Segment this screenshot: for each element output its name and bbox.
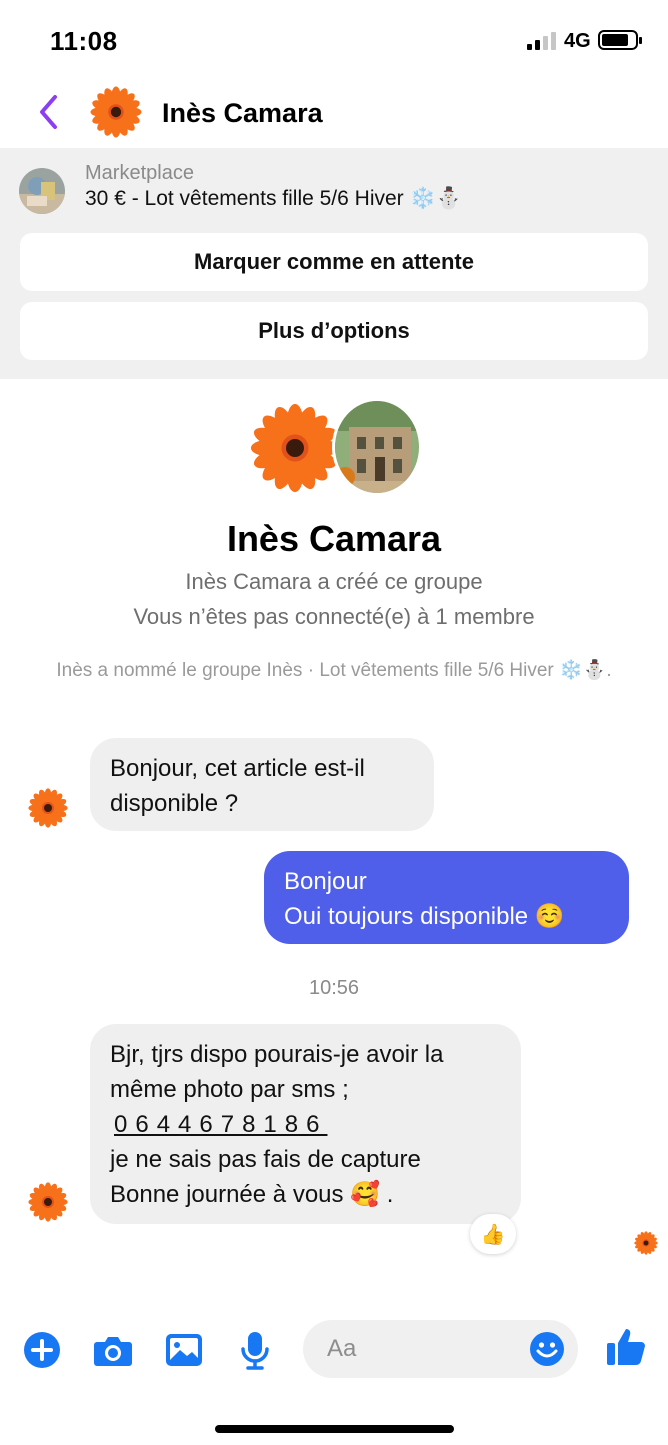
message-composer: [0, 1310, 668, 1390]
group-connection-status: Vous n’êtes pas connecté(e) à 1 membre: [133, 604, 535, 629]
contact-name[interactable]: Inès Camara: [162, 98, 323, 129]
group-avatar-photo: [332, 398, 422, 496]
message-input-pill[interactable]: [303, 1320, 578, 1378]
back-chevron-icon[interactable]: [30, 92, 70, 132]
plus-icon[interactable]: [20, 1328, 64, 1372]
message-line: Bonjour: [284, 868, 367, 895]
message-bubble-received[interactable]: Bonjour, cet article est-il disponible ?: [90, 738, 434, 831]
group-name: Inès Camara: [226, 518, 442, 559]
thumbs-up-reaction[interactable]: 👍: [470, 1214, 516, 1254]
group-avatars: [250, 398, 422, 498]
message-line: Bonne journée à vous 🥰 .: [110, 1181, 394, 1208]
read-receipt-avatar: [634, 1231, 658, 1255]
message-line: Bjr, tjrs dispo pourais-je avoir la: [110, 1041, 444, 1068]
message-timestamp: 10:56: [308, 977, 360, 999]
status-bar: 11:08 4G: [0, 0, 668, 80]
listing-title[interactable]: 30 € - Lot vêtements fille 5/6 Hiver ❄️⛄: [85, 187, 462, 211]
contact-avatar[interactable]: [90, 86, 142, 138]
microphone-icon[interactable]: [233, 1328, 277, 1372]
message-line: même photo par sms ;: [110, 1076, 349, 1103]
group-rename-notice: Inès a nommé le groupe Inès · Lot vêteme…: [56, 660, 612, 681]
message-line: disponible ?: [110, 790, 239, 817]
home-indicator: [215, 1425, 454, 1433]
sender-avatar[interactable]: [28, 1182, 68, 1222]
listing-thumbnail[interactable]: [19, 168, 65, 214]
more-options-button[interactable]: Plus d’options: [20, 302, 648, 360]
group-avatar-flower: [250, 403, 340, 493]
sender-avatar[interactable]: [28, 788, 68, 828]
phone-number-link[interactable]: 0644678186: [110, 1107, 501, 1142]
image-icon[interactable]: [162, 1328, 206, 1372]
mark-pending-button[interactable]: Marquer comme en attente: [20, 233, 648, 291]
signal-icon: [527, 32, 557, 50]
message-input[interactable]: [327, 1320, 517, 1378]
message-line: Bonjour, cet article est-il: [110, 755, 365, 782]
group-created-by: Inès Camara a créé ce groupe: [185, 569, 483, 594]
battery-icon: [598, 30, 642, 50]
message-bubble-sent[interactable]: Bonjour Oui toujours disponible ☺️: [264, 851, 629, 944]
network-label: 4G: [564, 30, 591, 52]
marketplace-label: Marketplace: [85, 162, 194, 184]
message-line: Oui toujours disponible ☺️: [284, 903, 565, 930]
status-time: 11:08: [50, 26, 118, 56]
message-line: je ne sais pas fais de capture: [110, 1146, 421, 1173]
emoji-icon[interactable]: [529, 1331, 565, 1367]
camera-icon[interactable]: [91, 1328, 135, 1372]
message-bubble-received[interactable]: Bjr, tjrs dispo pourais-je avoir la même…: [90, 1024, 521, 1224]
thumbs-up-icon[interactable]: [604, 1324, 648, 1368]
conversation-header: Inès Camara: [0, 80, 668, 148]
marketplace-banner: Marketplace 30 € - Lot vêtements fille 5…: [0, 148, 668, 379]
